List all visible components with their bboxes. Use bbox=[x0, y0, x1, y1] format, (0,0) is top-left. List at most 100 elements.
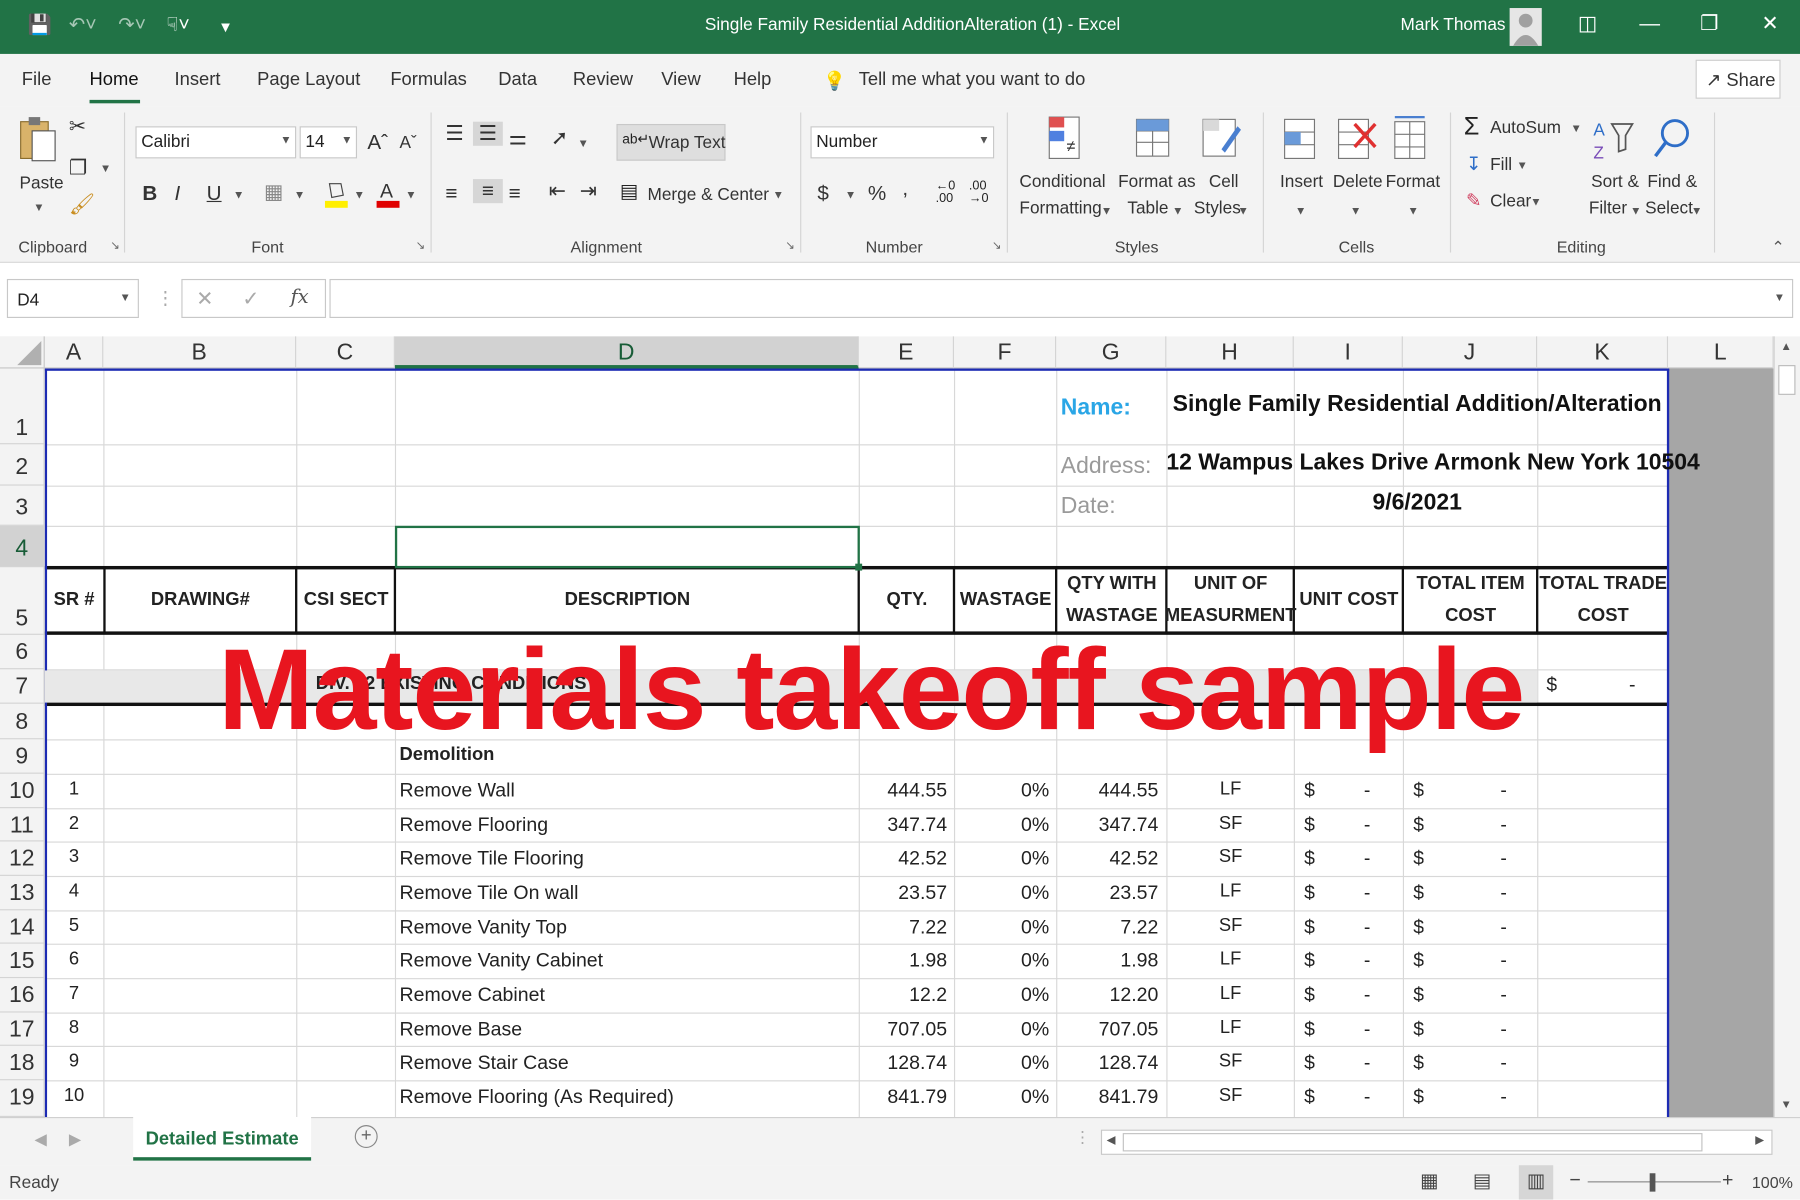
zoom-in-icon[interactable]: + bbox=[1722, 1169, 1733, 1192]
merge-center-button[interactable]: ▤ Merge & Center ▼ bbox=[620, 179, 790, 211]
tab-insert[interactable]: Insert bbox=[174, 70, 220, 91]
borders-icon[interactable]: ▦ bbox=[264, 180, 284, 204]
worksheet-grid[interactable]: Name: Single Family Residential Addition… bbox=[44, 368, 1774, 1118]
insert-cells-button[interactable]: Insert ▼ bbox=[1278, 115, 1324, 224]
row-header-7[interactable]: 7 bbox=[0, 669, 44, 704]
row-header-3[interactable]: 3 bbox=[0, 486, 44, 526]
collapse-ribbon-icon[interactable]: ⌃ bbox=[1771, 238, 1784, 258]
paste-dropdown-icon[interactable]: ▼ bbox=[33, 202, 44, 215]
format-cells-button[interactable]: Format ▼ bbox=[1386, 115, 1441, 224]
comma-icon[interactable]: , bbox=[902, 177, 908, 201]
column-header-k[interactable]: K bbox=[1537, 336, 1669, 369]
tab-review[interactable]: Review bbox=[573, 70, 633, 91]
row-header-13[interactable]: 13 bbox=[0, 876, 44, 911]
align-top-icon[interactable]: ☰ bbox=[445, 122, 464, 146]
row-header-11[interactable]: 11 bbox=[0, 808, 44, 842]
minimize-icon[interactable]: — bbox=[1632, 11, 1666, 35]
share-button[interactable]: ↗ Share bbox=[1695, 59, 1781, 99]
tab-data[interactable]: Data bbox=[498, 70, 537, 91]
column-header-l[interactable]: L bbox=[1668, 336, 1774, 369]
tab-file[interactable]: File bbox=[22, 70, 52, 91]
row-header-10[interactable]: 10 bbox=[0, 774, 44, 809]
row-header-9[interactable]: 9 bbox=[0, 739, 44, 774]
select-all-corner[interactable] bbox=[0, 336, 45, 369]
scroll-up-icon[interactable]: ▲ bbox=[1781, 341, 1792, 354]
vertical-scrollbar[interactable]: ▲ ▼ bbox=[1773, 336, 1800, 1118]
sheet-tab-detailed-estimate[interactable]: Detailed Estimate bbox=[133, 1117, 312, 1161]
align-left-icon[interactable]: ≡ bbox=[445, 181, 457, 205]
align-center-icon[interactable]: ≡ bbox=[472, 179, 503, 204]
zoom-slider-thumb[interactable] bbox=[1649, 1173, 1656, 1192]
wrap-text-button[interactable]: ab↵ Wrap Text bbox=[616, 123, 726, 161]
fill-button[interactable]: ↧ Fill ▼ bbox=[1464, 152, 1533, 180]
percent-icon[interactable]: % bbox=[868, 181, 886, 205]
tab-home[interactable]: Home bbox=[90, 70, 139, 91]
scroll-left-icon[interactable]: ◀ bbox=[1107, 1134, 1116, 1147]
customize-qat-icon[interactable]: ▼ bbox=[218, 18, 233, 35]
row-header-16[interactable]: 16 bbox=[0, 978, 44, 1013]
copy-dropdown-icon[interactable]: ▼ bbox=[100, 163, 111, 176]
borders-dropdown-icon[interactable]: ▼ bbox=[294, 189, 305, 202]
font-color-dropdown-icon[interactable]: ▼ bbox=[405, 189, 416, 202]
tab-help[interactable]: Help bbox=[734, 70, 772, 91]
insert-function-icon[interactable]: fx bbox=[290, 286, 308, 309]
enter-icon[interactable]: ✓ bbox=[242, 287, 259, 311]
currency-icon[interactable]: $ bbox=[817, 181, 828, 205]
number-format-combo[interactable]: Number ▼ bbox=[810, 126, 995, 159]
paste-button[interactable] bbox=[16, 115, 62, 170]
column-header-d[interactable]: D bbox=[394, 336, 859, 369]
user-name[interactable]: Mark Thomas bbox=[1401, 15, 1506, 35]
horizontal-scrollbar[interactable]: ◀ ▶ bbox=[1100, 1129, 1773, 1155]
underline-icon[interactable]: U bbox=[207, 181, 222, 205]
orientation-icon[interactable]: ➚ bbox=[551, 126, 568, 150]
dialog-launcher-icon[interactable]: ↘ bbox=[110, 240, 120, 253]
align-bottom-icon[interactable]: ⚌ bbox=[509, 126, 528, 150]
increase-indent-icon[interactable]: ⇥ bbox=[580, 179, 597, 203]
add-sheet-icon[interactable]: + bbox=[354, 1125, 378, 1148]
tell-me-search[interactable]: Tell me what you want to do bbox=[859, 70, 1086, 91]
column-header-h[interactable]: H bbox=[1166, 336, 1294, 369]
increase-decimal-icon[interactable]: ←0.00 bbox=[936, 180, 956, 205]
decrease-decimal-icon[interactable]: .00 →0 bbox=[969, 180, 989, 205]
format-as-table-button[interactable]: Format as Table ▼ bbox=[1118, 115, 1196, 224]
row-header-18[interactable]: 18 bbox=[0, 1046, 44, 1081]
column-header-g[interactable]: G bbox=[1056, 336, 1167, 369]
delete-cells-button[interactable]: Delete ▼ bbox=[1332, 115, 1383, 224]
zoom-level[interactable]: 100% bbox=[1752, 1173, 1793, 1191]
row-header-15[interactable]: 15 bbox=[0, 944, 44, 979]
orientation-dropdown-icon[interactable]: ▼ bbox=[577, 138, 588, 151]
italic-icon[interactable]: I bbox=[174, 181, 180, 205]
conditional-formatting-button[interactable]: ≠ Conditional Formatting ▼ bbox=[1019, 115, 1112, 224]
underline-dropdown-icon[interactable]: ▼ bbox=[233, 189, 244, 202]
column-header-c[interactable]: C bbox=[296, 336, 395, 369]
align-middle-icon[interactable]: ☰ bbox=[472, 121, 503, 146]
row-header-17[interactable]: 17 bbox=[0, 1013, 44, 1046]
next-sheet-icon[interactable]: ▶ bbox=[69, 1130, 81, 1150]
autosum-button[interactable]: Σ AutoSum ▼ bbox=[1464, 111, 1585, 143]
column-header-j[interactable]: J bbox=[1403, 336, 1538, 369]
fill-dropdown-icon[interactable]: ▼ bbox=[354, 189, 365, 202]
row-header-5[interactable]: 5 bbox=[0, 567, 44, 635]
dialog-launcher-icon[interactable]: ↘ bbox=[992, 240, 1002, 253]
page-break-view-icon[interactable]: ▥ bbox=[1518, 1165, 1554, 1200]
font-color-icon[interactable]: A bbox=[376, 179, 400, 209]
scroll-down-icon[interactable]: ▼ bbox=[1781, 1099, 1792, 1112]
touch-mode-icon[interactable]: ☟˅ bbox=[166, 14, 189, 37]
align-right-icon[interactable]: ≡ bbox=[509, 181, 521, 205]
close-icon[interactable]: ✕ bbox=[1753, 11, 1787, 35]
cancel-icon[interactable]: ✕ bbox=[196, 287, 213, 311]
row-header-19[interactable]: 19 bbox=[0, 1080, 44, 1118]
save-icon[interactable]: 💾 bbox=[28, 14, 52, 37]
name-box[interactable]: D4 ▼ bbox=[6, 278, 139, 318]
column-header-e[interactable]: E bbox=[859, 336, 954, 369]
row-header-12[interactable]: 12 bbox=[0, 841, 44, 876]
format-painter-icon[interactable]: 🖌 bbox=[69, 193, 95, 217]
increase-font-icon[interactable]: Aˆ bbox=[367, 131, 388, 155]
restore-icon[interactable]: ❐ bbox=[1692, 11, 1726, 35]
normal-view-icon[interactable]: ▦ bbox=[1420, 1170, 1438, 1193]
column-header-b[interactable]: B bbox=[103, 336, 297, 369]
font-size-combo[interactable]: 14 ▼ bbox=[299, 126, 358, 159]
cut-icon[interactable]: ✂ bbox=[69, 115, 86, 139]
row-header-14[interactable]: 14 bbox=[0, 910, 44, 944]
column-header-f[interactable]: F bbox=[954, 336, 1057, 369]
